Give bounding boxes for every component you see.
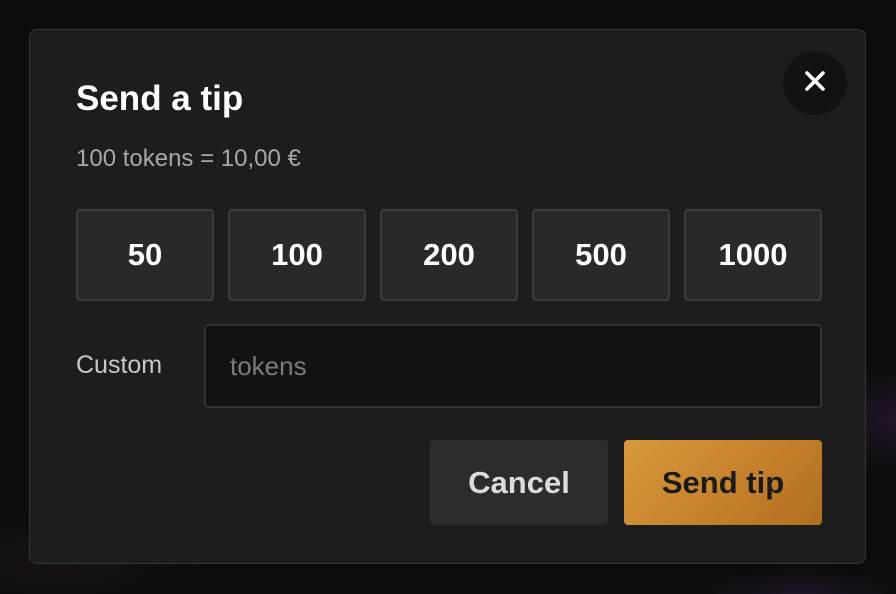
preset-amounts: 50 100 200 500 1000: [76, 209, 822, 301]
preset-200-button[interactable]: 200: [380, 209, 518, 301]
token-rate-text: 100 tokens = 10,00 €: [76, 145, 301, 172]
cancel-button[interactable]: Cancel: [430, 440, 608, 525]
dialog-title: Send a tip: [76, 79, 244, 118]
send-tip-button[interactable]: Send tip: [624, 440, 822, 525]
close-button[interactable]: [783, 51, 847, 115]
preset-500-button[interactable]: 500: [532, 209, 670, 301]
preset-100-button[interactable]: 100: [228, 209, 366, 301]
tip-dialog: Send a tip 100 tokens = 10,00 € 50 100 2…: [29, 29, 866, 564]
custom-tokens-input[interactable]: [204, 324, 822, 408]
preset-50-button[interactable]: 50: [76, 209, 214, 301]
preset-1000-button[interactable]: 1000: [684, 209, 822, 301]
close-icon: [804, 70, 826, 97]
custom-amount-label: Custom: [76, 351, 163, 379]
